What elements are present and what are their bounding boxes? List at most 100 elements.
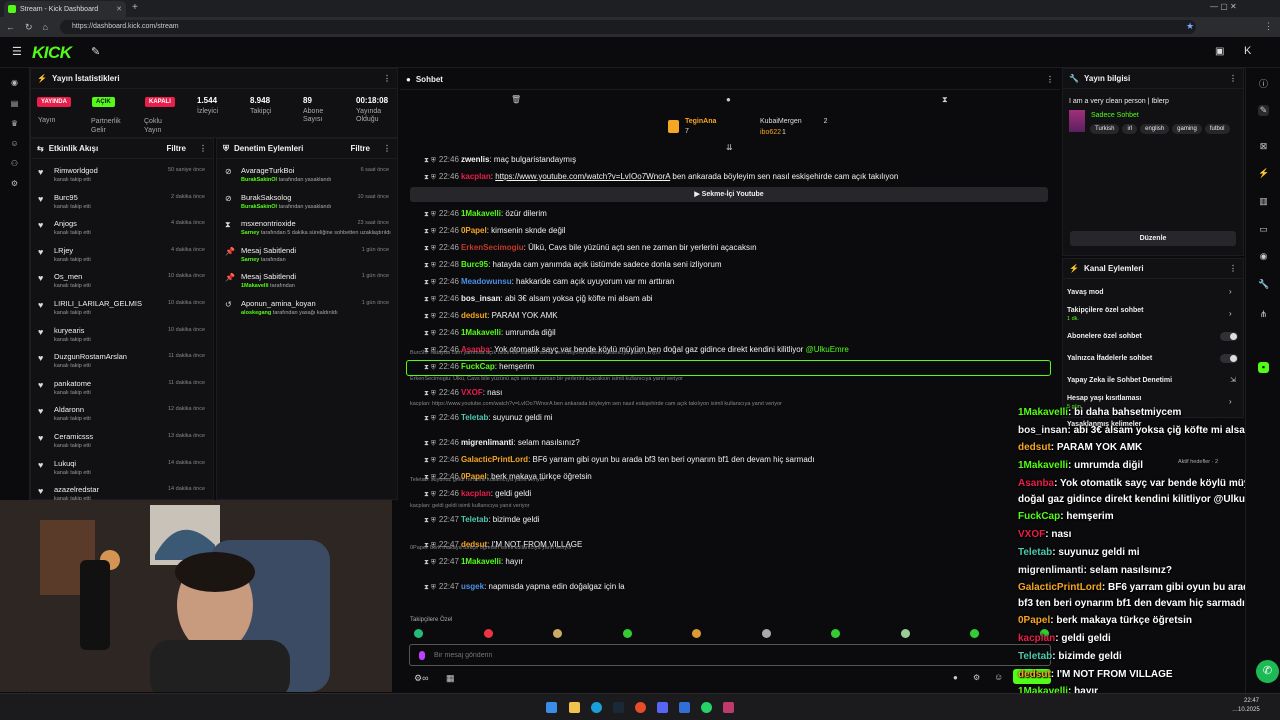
feed-item[interactable]: ♥ Anjogs kanalı takip etti 4 dakika önce (31, 216, 213, 243)
account-age-label[interactable]: Hesap yaşı kısıtlaması (1067, 395, 1141, 402)
reply-context[interactable]: ErkenSecimogiu: Ülkü, Cavs bile yüzünü a… (410, 376, 683, 382)
mod-action-actor[interactable]: BurakSakinOl (241, 204, 277, 210)
stream-tag[interactable]: irl (1122, 124, 1138, 134)
feed-item[interactable]: ♥ Burc95 kanalı takip etti 2 dakika önce (31, 190, 213, 217)
feed-item[interactable]: ♥ Aldaronn kanalı takip etti 12 dakika önce (31, 402, 213, 429)
chat-message[interactable]: ⧗ ⛨ 22:46 migrenlimanti: selam nasılsınız? (424, 438, 580, 448)
info-icon[interactable]: ⓘ (1258, 77, 1269, 89)
mod-action-actor[interactable]: BurakSakinOl (241, 177, 277, 183)
reload-icon[interactable]: ↻ (25, 22, 33, 33)
mod-tools-icon[interactable]: ⧗ ⛨ (424, 457, 436, 464)
mod-tools-icon[interactable]: ⧗ ⛨ (424, 228, 436, 235)
message-username[interactable]: Teletab (461, 515, 488, 524)
document-icon[interactable]: ▥ (1258, 196, 1269, 207)
message-username[interactable]: bos_insan (461, 294, 501, 303)
emote-icon[interactable] (414, 629, 423, 638)
mod-action-actor[interactable]: aloskegang (241, 310, 271, 316)
chat-message[interactable]: ⧗ ⛨ 22:47 1Makavelli: hayır (424, 557, 523, 567)
file-explorer-icon[interactable] (569, 702, 580, 713)
calendar-icon[interactable]: ▦ (446, 673, 455, 684)
url-input[interactable]: https://dashboard.kick.com/stream (60, 20, 1196, 34)
message-username[interactable]: Meadowunsu (461, 277, 512, 286)
multistream-badge[interactable]: KAPALI (145, 97, 175, 107)
feed-filter-button[interactable]: Filtre (166, 144, 186, 153)
feed-item[interactable]: ♥ kuryearis kanalı takip etti 10 dakika önc… (31, 323, 213, 350)
external-link-icon[interactable]: ⇲ (1230, 376, 1236, 384)
feed-item[interactable]: ♥ Lukuqi kanalı takip etti 14 dakika önce (31, 456, 213, 483)
feed-item[interactable]: ♥ Rimworldgod kanalı takip etti 50 saniye ö… (31, 163, 213, 190)
chat-menu-icon[interactable]: ⋮ (1046, 75, 1054, 84)
message-username[interactable]: ErkenSecimogiu (461, 243, 524, 252)
windows-start-icon[interactable] (546, 702, 557, 713)
live-badge[interactable]: YAYINDA (37, 97, 71, 107)
broadcast-icon[interactable]: ◉ (1258, 251, 1269, 262)
settings-nav-icon[interactable]: ⚙ (10, 179, 19, 188)
stream-tag[interactable]: Turkish (1090, 124, 1120, 134)
mod-filter-button[interactable]: Filtre (350, 144, 370, 153)
emotes-only-label[interactable]: Yalnızca İfadelerle sohbet (1067, 355, 1152, 362)
message-username[interactable]: kacplan (461, 172, 491, 181)
hourglass-icon[interactable]: ⧗ (942, 95, 948, 105)
edge-icon[interactable] (591, 702, 602, 713)
chat-message[interactable]: ⧗ ⛨ 22:46 1Makavelli: umrumda diğil (424, 328, 556, 338)
message-mention[interactable]: @UlkuEmre (806, 345, 849, 354)
feed-item[interactable]: ♥ LRjey kanalı takip etti 4 dakika önce (31, 243, 213, 270)
mod-tools-icon[interactable]: ⧗ ⛨ (424, 517, 436, 524)
mod-action-item[interactable]: ↺ Aponun_amina_koyan aloskegang tarafından… (217, 296, 397, 323)
mod-action-item[interactable]: ⊘ BurakSaksolog BurakSakinOl tarafından ya… (217, 190, 397, 217)
mod-tools-icon[interactable]: ⧗ ⛨ (424, 262, 436, 269)
chat-settings-icon[interactable]: ⚙∞ (414, 673, 428, 684)
mod-tools-icon[interactable]: ⧗ ⛨ (424, 415, 436, 422)
community-nav-icon[interactable]: ☺ (10, 139, 19, 148)
app-icon[interactable] (679, 702, 690, 713)
whatsapp-icon[interactable]: ✆ (1256, 660, 1279, 683)
home-icon[interactable]: ⌂ (43, 22, 48, 32)
emote-icon[interactable] (970, 629, 979, 638)
chat-mode-icon[interactable]: ● (726, 95, 731, 104)
top-user-3[interactable]: ibo622 (760, 129, 781, 136)
reply-context[interactable]: kacplan: geldi geldi isimli kullanıcıya … (410, 503, 530, 509)
subscribers-chat-toggle[interactable] (1220, 332, 1238, 341)
reply-context[interactable]: Teletab: suyunuz geldi mi isimli kullanı… (410, 477, 545, 483)
chat-message[interactable]: ⧗ ⛨ 22:46 GalacticPrintLord: BF6 yarram gi… (424, 455, 814, 465)
tab-close-icon[interactable]: ✕ (116, 5, 122, 13)
edit-stream-button[interactable]: Düzenle (1070, 231, 1236, 246)
feed-item[interactable]: ♥ LIRILI_LARILAR_GELMIS kanalı takip etti 1… (31, 296, 213, 323)
mod-tools-icon[interactable]: ⧗ ⛨ (424, 491, 436, 498)
chat-message[interactable]: ⧗ ⛨ 22:46 1Makavelli: özür dilerim (424, 209, 547, 219)
message-username[interactable]: usgek (461, 582, 484, 591)
share-icon[interactable]: ⋔ (1258, 309, 1269, 320)
chat-message[interactable]: ⧗ ⛨ 22:46 bos_insan: abi 3€ alsam yoksa çi… (424, 294, 653, 304)
message-username[interactable]: dedsut (461, 311, 487, 320)
followers-chat-label[interactable]: Takipçilere özel sohbet (1067, 307, 1144, 314)
emote-icon[interactable] (831, 629, 840, 638)
feed-menu-icon[interactable]: ⋮ (199, 144, 207, 153)
stats-menu-icon[interactable]: ⋮ (383, 74, 391, 83)
mod-action-actor[interactable]: Sarney (241, 257, 259, 263)
kick-logo[interactable]: KICK (32, 43, 72, 63)
whatsapp-taskbar-icon[interactable] (701, 702, 712, 713)
trash-icon[interactable]: 🗑 (511, 95, 521, 104)
reply-context[interactable]: 0Papel: berk makaya türkçe öğretsin isim… (410, 545, 572, 551)
feed-item[interactable]: ♥ Ceramicsss kanalı takip etti 13 dakika ön… (31, 429, 213, 456)
top-user-1[interactable]: TeginAna (685, 118, 716, 125)
chat-message[interactable]: ⧗ ⛨ 22:46 0Papel: kimsenin sknde değil (424, 226, 565, 236)
emote-icon[interactable] (622, 629, 632, 638)
message-username[interactable]: VXOF (461, 388, 483, 397)
stream-tag[interactable]: english (1140, 124, 1170, 134)
browser-menu-icon[interactable]: ⋮ (1264, 21, 1273, 32)
chat-message[interactable]: ⧗ ⛨ 22:48 Burc95: hatayda cam yanımda açık… (424, 260, 722, 270)
mod-tools-icon[interactable]: ⧗ ⛨ (424, 440, 436, 447)
window-controls[interactable]: — ▢ ✕ (1210, 2, 1237, 11)
message-username[interactable]: Burc95 (461, 260, 488, 269)
reply-context[interactable]: kacplan: https://www.youtube.com/watch?v… (410, 401, 782, 407)
emote-icon[interactable] (900, 629, 910, 638)
mod-action-item[interactable]: ⊘ AvarageTurkBoi BurakSakinOl tarafından y… (217, 163, 397, 190)
chat-rail-icon[interactable]: ▭ (1258, 224, 1269, 235)
mod-tools-icon[interactable]: ⧗ ⛨ (424, 157, 436, 164)
back-icon[interactable]: ← (6, 22, 15, 32)
hamburger-menu-icon[interactable]: ☰ (12, 45, 22, 58)
emote-icon[interactable] (692, 629, 701, 638)
message-username[interactable]: 0Papel (461, 226, 487, 235)
chat-message[interactable]: ⧗ ⛨ 22:46 Meadowunsu: hakkaride cam açık u… (424, 277, 674, 287)
